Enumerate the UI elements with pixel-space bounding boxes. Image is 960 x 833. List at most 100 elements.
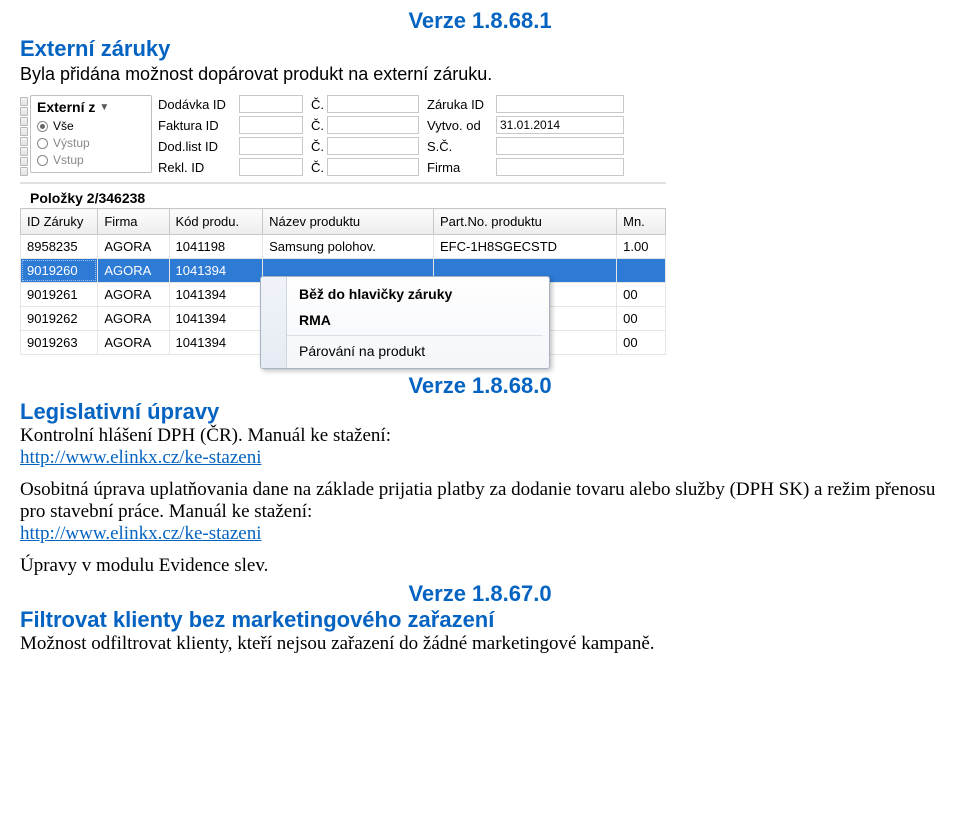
field-label: Č. <box>311 139 324 154</box>
download-link[interactable]: http://www.elinkx.cz/ke-stazeni <box>20 447 261 468</box>
context-menu-item[interactable]: Běž do hlavičky záruky <box>289 281 549 307</box>
filter-field: Č. <box>311 95 419 113</box>
grid-cell[interactable]: 00 <box>617 307 666 331</box>
text-input[interactable] <box>327 137 419 155</box>
grid-cell[interactable]: 8958235 <box>21 235 98 259</box>
grid-cell[interactable]: AGORA <box>98 235 169 259</box>
text-input[interactable] <box>327 95 419 113</box>
filter-field: Dod.list ID <box>158 137 303 155</box>
toolbar-button[interactable] <box>20 167 28 176</box>
text: Osobitná úprava uplatňovania dane na zák… <box>20 479 935 522</box>
para: Úpravy v modulu Evidence slev. <box>20 555 940 577</box>
toolbar-button[interactable] <box>20 147 28 156</box>
context-menu[interactable]: Běž do hlavičky zárukyRMA Párování na pro… <box>260 276 550 369</box>
grid-cell[interactable]: 1041394 <box>169 307 263 331</box>
column-header[interactable]: ID Záruky <box>21 209 98 235</box>
radio-option[interactable]: Výstup <box>37 135 147 152</box>
grid-cell[interactable]: AGORA <box>98 283 169 307</box>
toolbar-button[interactable] <box>20 157 28 166</box>
column-header[interactable]: Mn. <box>617 209 666 235</box>
toolbar-button[interactable] <box>20 127 28 136</box>
field-label: Faktura ID <box>158 118 236 133</box>
text-input[interactable] <box>327 116 419 134</box>
download-link[interactable]: http://www.elinkx.cz/ke-stazeni <box>20 523 261 544</box>
grid-cell[interactable]: 9019263 <box>21 331 98 355</box>
filter-column: Záruka IDVytvo. od31.01.2014S.Č.Firma <box>427 95 624 176</box>
column-header[interactable]: Název produktu <box>263 209 434 235</box>
section-title-legislativni: Legislativní úpravy <box>20 399 940 425</box>
grid-cell[interactable]: Samsung polohov. <box>263 235 434 259</box>
text: Manuál ke stažení: <box>247 425 391 446</box>
column-header[interactable]: Part.No. produktu <box>434 209 617 235</box>
grid-cell[interactable]: AGORA <box>98 331 169 355</box>
text: Kontrolní hlášení DPH (ČR). <box>20 425 247 446</box>
toolbar-button[interactable] <box>20 97 28 106</box>
section-desc: Byla přidána možnost dopárovat produkt n… <box>20 64 940 85</box>
text-input[interactable] <box>496 95 624 113</box>
grid-cell[interactable]: 1041394 <box>169 331 263 355</box>
context-menu-item[interactable]: RMA <box>289 307 549 333</box>
grid-cell[interactable]: 00 <box>617 283 666 307</box>
radio-icon <box>37 121 48 132</box>
radio-label: Vše <box>53 118 74 135</box>
grid-cell[interactable] <box>617 259 666 283</box>
text-input[interactable] <box>327 158 419 176</box>
app-screenshot: Externí z ▼ VšeVýstupVstup Dodávka ID Fak… <box>20 91 666 355</box>
filter-bar: Externí z ▼ VšeVýstupVstup Dodávka ID Fak… <box>20 91 666 183</box>
field-label: Firma <box>427 160 493 175</box>
field-label: Č. <box>311 160 324 175</box>
toolbar-button[interactable] <box>20 117 28 126</box>
text-input[interactable] <box>496 158 624 176</box>
text-input[interactable] <box>239 95 303 113</box>
grid-cell[interactable]: EFC-1H8SGECSTD <box>434 235 617 259</box>
text-input[interactable] <box>496 137 624 155</box>
para: Kontrolní hlášení DPH (ČR). Manuál ke st… <box>20 425 940 469</box>
grid-cell[interactable]: 00 <box>617 331 666 355</box>
grid-cell[interactable]: 9019260 <box>21 259 98 283</box>
grid-cell[interactable]: 1041394 <box>169 259 263 283</box>
type-dropdown[interactable]: Externí z ▼ <box>37 99 147 115</box>
filter-field: Záruka ID <box>427 95 624 113</box>
radio-label: Výstup <box>53 135 90 152</box>
radio-icon <box>37 155 48 166</box>
version-label: Verze 1.8.68.1 <box>20 8 940 34</box>
filter-field: Č. <box>311 158 419 176</box>
text: Manuál ke stažení: <box>169 501 313 522</box>
version-label: Verze 1.8.68.0 <box>20 373 940 399</box>
grid-cell[interactable]: AGORA <box>98 307 169 331</box>
filter-field: Faktura ID <box>158 116 303 134</box>
filter-field: Firma <box>427 158 624 176</box>
filter-column: Č.Č.Č.Č. <box>311 95 419 176</box>
filter-field: Vytvo. od31.01.2014 <box>427 116 624 134</box>
menu-separator <box>267 335 543 336</box>
text-input[interactable] <box>239 158 303 176</box>
items-count-bar: Položky 2/346238 <box>20 183 666 208</box>
text-input[interactable]: 31.01.2014 <box>496 116 624 134</box>
chevron-down-icon: ▼ <box>99 102 109 113</box>
field-label: Č. <box>311 97 324 112</box>
field-label: Dodávka ID <box>158 97 236 112</box>
column-header[interactable]: Firma <box>98 209 169 235</box>
field-label: Vytvo. od <box>427 118 493 133</box>
section-title-filtrovat: Filtrovat klienty bez marketingového zař… <box>20 607 940 633</box>
radio-icon <box>37 138 48 149</box>
field-label: Záruka ID <box>427 97 493 112</box>
grid-cell[interactable]: 9019261 <box>21 283 98 307</box>
radio-label: Vstup <box>53 152 84 169</box>
context-menu-item[interactable]: Párování na produkt <box>289 338 549 364</box>
grid-cell[interactable]: 9019262 <box>21 307 98 331</box>
filter-field: Rekl. ID <box>158 158 303 176</box>
text-input[interactable] <box>239 137 303 155</box>
column-header[interactable]: Kód produ. <box>169 209 263 235</box>
grid-cell[interactable]: 1041198 <box>169 235 263 259</box>
field-label: S.Č. <box>427 139 493 154</box>
radio-option[interactable]: Vstup <box>37 152 147 169</box>
text-input[interactable] <box>239 116 303 134</box>
grid-cell[interactable]: 1.00 <box>617 235 666 259</box>
table-row[interactable]: 8958235AGORA1041198Samsung polohov.EFC-1… <box>21 235 666 259</box>
toolbar-button[interactable] <box>20 107 28 116</box>
grid-cell[interactable]: 1041394 <box>169 283 263 307</box>
grid-cell[interactable]: AGORA <box>98 259 169 283</box>
toolbar-button[interactable] <box>20 137 28 146</box>
radio-option[interactable]: Vše <box>37 118 147 135</box>
